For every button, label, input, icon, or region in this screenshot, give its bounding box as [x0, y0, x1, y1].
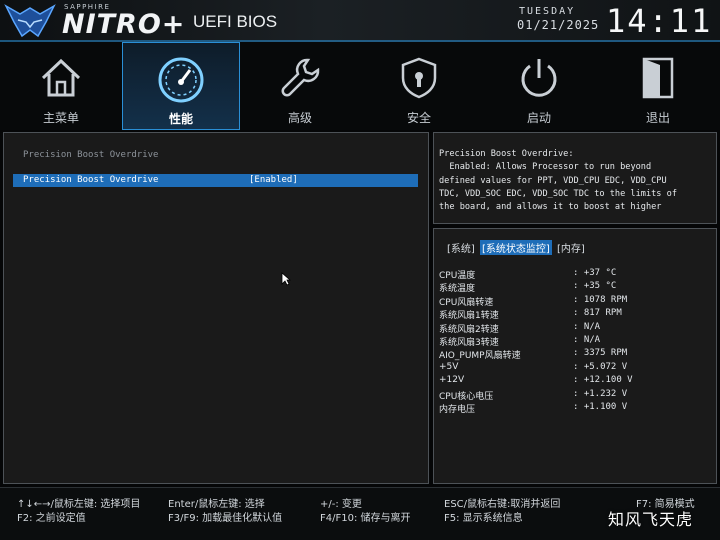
monitor-value: : N/A	[573, 334, 601, 345]
monitor-value: : 3375 RPM	[573, 348, 628, 359]
monitor-value: : +1.100 V	[573, 401, 628, 412]
tab-advanced[interactable]: 高级	[241, 42, 359, 130]
tab-label: 主菜单	[42, 111, 79, 125]
monitor-label: CPU核心电压	[439, 391, 494, 402]
monitor-label: 内存电压	[439, 404, 476, 415]
monitor-value: : +35 °C	[573, 281, 617, 292]
hint-select: Enter/鼠标左键: 选择	[168, 499, 265, 510]
hint-load-defaults: F3/F9: 加载最佳化默认值	[168, 513, 283, 524]
monitor-value: : N/A	[573, 321, 601, 332]
monitor-label: 系统风扇3转速	[439, 337, 499, 348]
monitor-label: 系统温度	[439, 284, 476, 295]
tab-security[interactable]: 安全	[360, 42, 478, 130]
tab-label: 退出	[645, 111, 670, 125]
speedometer-icon	[158, 57, 204, 103]
monitor-label: +5V	[439, 361, 459, 372]
exit-door-icon	[642, 57, 674, 99]
setting-row-precision-boost-overdrive[interactable]: Precision Boost Overdrive [Enabled]	[13, 174, 418, 187]
brand-logo-text: NITRO+	[62, 9, 186, 40]
monitor-row: CPU风扇转速 : 1078 RPM	[439, 295, 709, 308]
monitor-row: AIO_PUMP风扇转速 : 3375 RPM	[439, 348, 709, 361]
tab-label: 安全	[406, 111, 431, 125]
monitor-list: CPU温度 : +37 °C 系统温度 : +35 °C CPU风扇转速 : 1078 R…	[439, 268, 709, 415]
hint-save-exit: F4/F10: 储存与离开	[320, 513, 411, 524]
hardware-monitor-panel: [系统] [系统状态监控] [内存] CPU温度 : +37 °C 系统温度 : +3…	[433, 228, 717, 484]
clock-display: 14:11	[606, 2, 713, 40]
monitor-row: 系统风扇1转速 : 817 RPM	[439, 308, 709, 321]
home-icon	[41, 58, 81, 97]
monitor-value: : +37 °C	[573, 268, 617, 278]
monitor-row: +12V : +12.100 V	[439, 375, 709, 388]
monitor-row: 内存电压 : +1.100 V	[439, 402, 709, 415]
sapphire-wolf-logo-icon	[4, 4, 56, 38]
power-icon	[521, 59, 557, 97]
monitor-tab-system[interactable]: [系统]	[445, 240, 477, 255]
app-title: UEFI BIOS	[193, 12, 278, 31]
monitor-row: CPU温度 : +37 °C	[439, 268, 709, 281]
monitor-value: : 817 RPM	[573, 308, 622, 319]
setting-value[interactable]: [Enabled]	[249, 175, 298, 185]
monitor-row: +5V : +5.072 V	[439, 362, 709, 375]
monitor-row: 系统风扇3转速 : N/A	[439, 335, 709, 348]
help-panel: Precision Boost Overdrive: Enabled: Allo…	[433, 132, 717, 224]
hint-cancel: ESC/鼠标右键:取消并返回	[444, 499, 561, 510]
monitor-label: 系统风扇2转速	[439, 324, 499, 335]
settings-panel: Precision Boost Overdrive Precision Boos…	[3, 132, 429, 484]
hint-previous-values: F2: 之前设定值	[17, 513, 86, 524]
monitor-value: : +12.100 V	[573, 375, 633, 386]
monitor-label: CPU风扇转速	[439, 297, 494, 308]
monitor-label: CPU温度	[439, 271, 476, 281]
watermark-text: 知风飞天虎	[608, 510, 694, 529]
monitor-value: : 1078 RPM	[573, 294, 628, 305]
monitor-label: AIO_PUMP风扇转速	[439, 351, 521, 362]
weekday-label: TUESDAY	[519, 6, 576, 17]
tab-main-menu[interactable]: 主菜单	[2, 42, 120, 130]
monitor-row: CPU核心电压 : +1.232 V	[439, 389, 709, 402]
wrench-icon	[281, 58, 320, 97]
mouse-pointer-icon	[281, 272, 291, 286]
monitor-tab-memory[interactable]: [内存]	[555, 240, 587, 255]
shield-lock-icon	[401, 57, 437, 99]
hint-change: +/-: 变更	[320, 499, 362, 510]
hint-navigate: ↑↓←→/鼠标左键: 选择项目	[17, 499, 141, 510]
setting-label: Precision Boost Overdrive	[23, 175, 159, 185]
header-bar: SAPPHIRE NITRO+ UEFI BIOS TUESDAY 01/21/…	[0, 0, 720, 42]
monitor-tabs: [系统] [系统状态监控] [内存]	[445, 240, 587, 255]
monitor-row: 系统风扇2转速 : N/A	[439, 322, 709, 335]
main-nav: 主菜单 性能 高级 安全 启动 退出	[0, 42, 720, 130]
tab-performance[interactable]: 性能	[122, 42, 240, 130]
monitor-value: : +1.232 V	[573, 388, 628, 399]
date-label: 01/21/2025	[517, 18, 600, 32]
monitor-label: 系统风扇1转速	[439, 311, 499, 322]
tab-boot[interactable]: 启动	[480, 42, 598, 130]
section-title: Precision Boost Overdrive	[23, 150, 159, 160]
monitor-value: : +5.072 V	[573, 361, 628, 372]
monitor-tab-status[interactable]: [系统状态监控]	[480, 240, 552, 255]
tab-exit[interactable]: 退出	[599, 42, 717, 130]
tab-label: 性能	[168, 112, 193, 126]
help-text: Precision Boost Overdrive: Enabled: Allo…	[439, 149, 677, 213]
tab-label: 启动	[526, 111, 551, 125]
monitor-label: +12V	[439, 375, 465, 386]
monitor-row: 系统温度 : +35 °C	[439, 281, 709, 294]
footer-hint-bar: ↑↓←→/鼠标左键: 选择项目 F2: 之前设定值 Enter/鼠标左键: 选择…	[0, 487, 720, 540]
hint-system-info: F5: 显示系统信息	[444, 513, 523, 524]
tab-label: 高级	[287, 111, 312, 125]
